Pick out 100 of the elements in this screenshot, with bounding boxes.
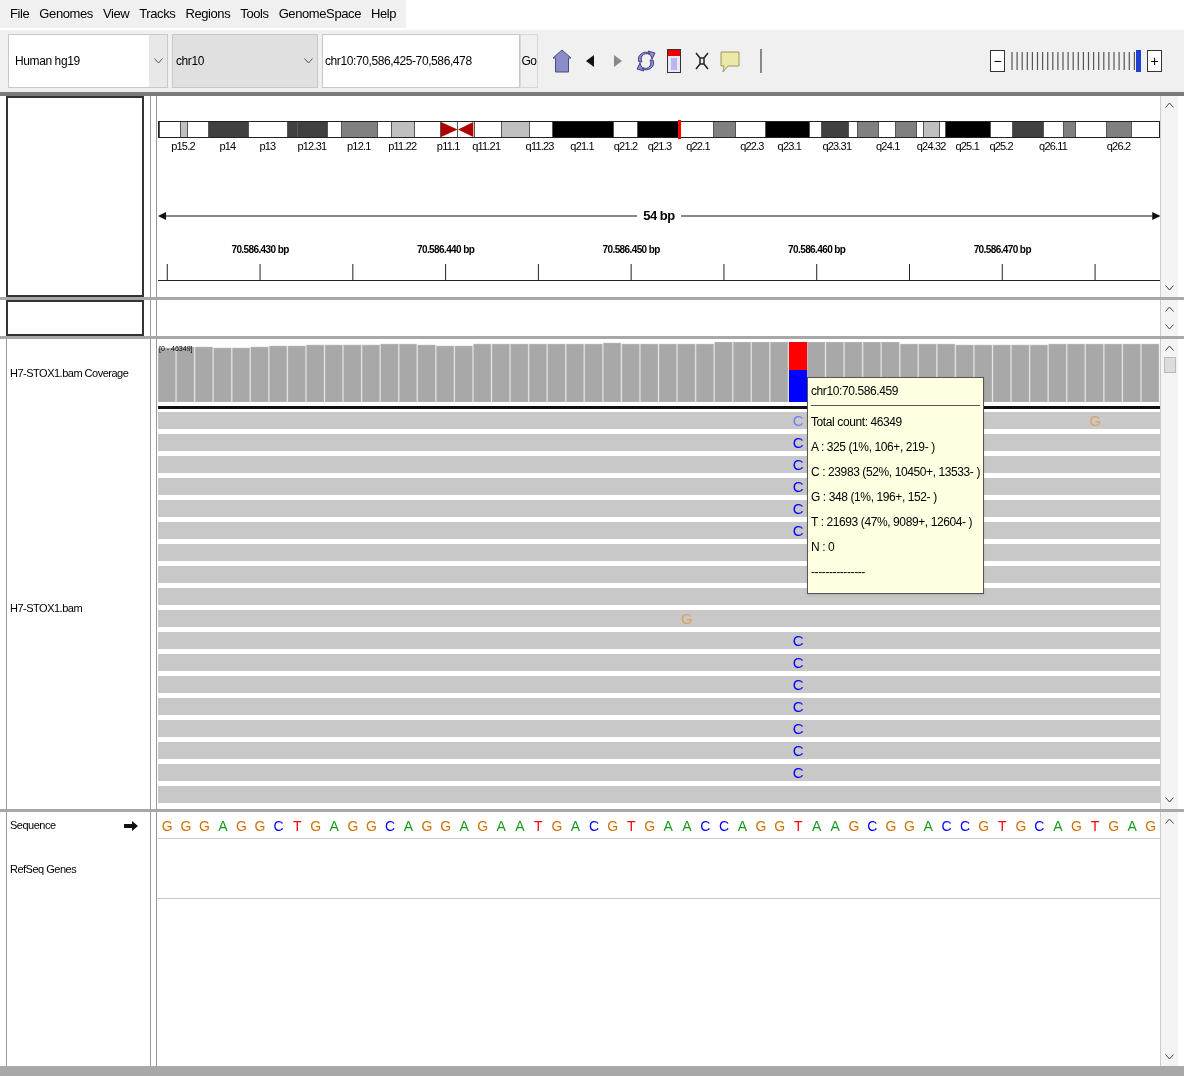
sequence-base: G <box>253 816 267 836</box>
scroll-down-icon[interactable] <box>1165 1054 1174 1060</box>
coverage-bar <box>1048 343 1067 402</box>
tooltip-line: T : 21693 (47%, 9089+, 12604- ) <box>811 514 974 531</box>
scroll-up-icon[interactable] <box>1165 345 1174 351</box>
menu-item[interactable]: Tools <box>240 4 269 24</box>
region-of-interest-icon[interactable] <box>667 49 681 73</box>
coverage-bar <box>770 342 789 402</box>
menu-item[interactable]: Help <box>371 4 397 24</box>
scroll-up-icon[interactable] <box>1165 306 1174 312</box>
coverage-bar <box>1104 343 1123 402</box>
sequence-base: A <box>922 816 934 836</box>
coverage-bar <box>287 345 306 402</box>
chromosome-dropdown[interactable]: chr10 <box>172 34 318 88</box>
tooltip-line: G : 348 (1%, 196+, 152- ) <box>811 489 938 506</box>
scroll-down-icon[interactable] <box>1165 324 1174 330</box>
home-icon[interactable] <box>552 49 572 73</box>
band-label: p13 <box>259 139 276 154</box>
band-label: q21.1 <box>570 139 594 154</box>
band-label: q26.11 <box>1039 139 1068 154</box>
sequence-base: G <box>903 816 916 836</box>
sequence-base: G <box>476 816 490 836</box>
band-label: q22.1 <box>686 139 710 154</box>
tooltip-line: C : 23983 (52%, 10450+, 13533- ) <box>811 464 980 481</box>
forward-icon[interactable] <box>614 55 622 67</box>
sequence-base: G <box>550 816 564 836</box>
band-label: q11.21 <box>472 139 501 154</box>
coverage-bar <box>658 343 677 402</box>
coverage-bar <box>417 344 436 402</box>
scroll-down-icon[interactable] <box>1165 285 1174 291</box>
scroll-up-icon[interactable] <box>1165 102 1174 108</box>
zoom-slider-thumb[interactable] <box>1136 50 1141 72</box>
sequence-base: G <box>1107 816 1121 836</box>
mismatch-base: C <box>791 522 805 539</box>
coverage-bar <box>640 343 659 402</box>
sequence-base: C <box>272 816 285 836</box>
coverage-bar <box>565 343 585 402</box>
sequence-base: A <box>1126 816 1138 836</box>
menu-item[interactable]: File <box>10 4 30 24</box>
band-label: q23.1 <box>777 139 802 154</box>
band-label: p11.22 <box>388 139 417 154</box>
tooltip-line: --------------- <box>811 564 866 581</box>
sequence-base: T <box>997 816 1008 836</box>
band-label: q23.31 <box>822 139 852 154</box>
chromosome-band <box>500 122 530 137</box>
mismatch-base: C <box>791 478 805 495</box>
sequence-base: G <box>179 816 193 836</box>
zoom-in-button[interactable]: + <box>1147 50 1162 72</box>
sequence-base: C <box>588 816 601 836</box>
sequence-base: G <box>439 816 453 836</box>
coverage-bar <box>473 343 492 402</box>
refresh-icon[interactable] <box>636 49 656 73</box>
track-name: H7-STOX1.bam Coverage <box>10 365 129 381</box>
coverage-bar <box>1011 344 1030 402</box>
tick-label: 70.586.450 bp <box>602 243 660 257</box>
band-label: q21.3 <box>647 139 672 154</box>
sequence-base: G <box>346 816 360 836</box>
coverage-bar <box>732 342 752 402</box>
genome-dropdown[interactable]: Human hg19 <box>8 34 168 88</box>
go-button[interactable]: Go <box>520 34 538 88</box>
scrollbar-thumb[interactable] <box>1163 357 1176 373</box>
fit-to-window-icon[interactable] <box>695 52 709 70</box>
tick-label: 70.586.440 bp <box>416 243 475 257</box>
sequence-base: A <box>736 816 749 836</box>
menu-item[interactable]: GenomeSpace <box>278 4 361 24</box>
coverage-bar <box>547 343 566 402</box>
allele-coverage-bar <box>788 342 808 402</box>
mismatch-base: C <box>791 654 805 671</box>
mismatch-base: G <box>1088 412 1102 429</box>
back-icon[interactable] <box>586 55 594 67</box>
sequence-base: T <box>792 816 804 836</box>
band-label: q24.1 <box>876 139 900 154</box>
coverage-bar <box>361 344 380 402</box>
coverage-bar <box>992 344 1011 402</box>
scroll-down-icon[interactable] <box>1165 797 1174 803</box>
tooltip-title: chr10:70.586.459 <box>811 383 980 406</box>
coverage-bar <box>677 343 696 402</box>
sequence-base: C <box>1033 816 1046 836</box>
scroll-up-icon[interactable] <box>1165 818 1174 824</box>
sequence-base: A <box>569 816 582 836</box>
sequence-base: G <box>773 816 787 836</box>
strand-arrow-icon[interactable] <box>124 820 138 831</box>
coverage-bar <box>436 345 455 402</box>
zoom-out-button[interactable]: − <box>990 50 1005 72</box>
menu-item[interactable]: View <box>102 4 130 24</box>
coverage-bar <box>714 342 733 402</box>
mismatch-base: C <box>791 412 805 429</box>
sequence-base: A <box>662 816 674 836</box>
band-label: q11.23 <box>525 139 554 154</box>
mismatch-base: C <box>791 720 805 737</box>
band-label: q25.2 <box>989 139 1013 154</box>
sequence-base: T <box>291 816 303 836</box>
locus-field[interactable]: chr10:70,586,425-70,586,478 <box>322 34 520 88</box>
coverage-bar <box>398 343 418 402</box>
menu-item[interactable]: Genomes <box>39 4 93 24</box>
menu-item[interactable]: Regions <box>185 4 231 24</box>
sequence-base: G <box>309 816 323 836</box>
sequence-base: A <box>514 816 526 836</box>
coverage-bar <box>1085 343 1104 402</box>
menu-item[interactable]: Tracks <box>139 4 176 24</box>
